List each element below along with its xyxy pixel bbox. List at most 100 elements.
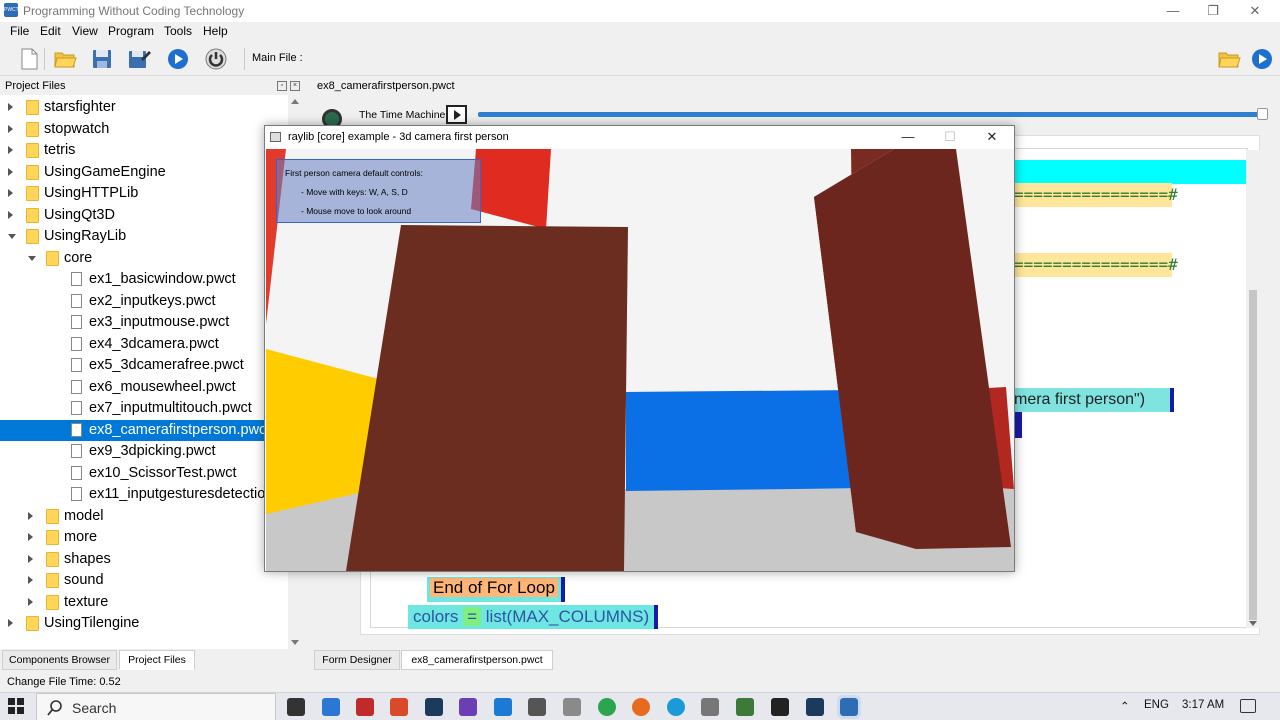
tree-file[interactable]: ex4_3dcamera.pwct [0,334,288,355]
chevron-right-icon[interactable] [28,511,33,520]
tree-file[interactable]: ex2_inputkeys.pwct [0,291,288,312]
chrome-icon[interactable] [598,698,616,716]
code-scroll-down-icon[interactable] [1249,621,1257,626]
raylib-title-bar[interactable]: raylib [core] example - 3d camera first … [265,126,1014,149]
raylib-minimize-button[interactable]: — [887,126,929,149]
time-machine-slider-handle[interactable] [1257,108,1268,120]
chevron-right-icon[interactable] [28,554,33,563]
tab-form-designer[interactable]: Form Designer [314,650,400,670]
menu-view[interactable]: View [72,24,98,38]
raylib-3d-scene[interactable]: First person camera default controls: - … [266,149,1014,571]
chevron-right-icon[interactable] [8,124,13,133]
save-as-icon[interactable] [127,47,151,71]
scroll-up-icon[interactable] [291,99,299,104]
tree-folder[interactable]: texture [0,592,288,613]
tree-file[interactable]: ex1_basicwindow.pwct [0,269,288,290]
run-main-icon[interactable] [1250,47,1274,71]
tree-folder[interactable]: core [0,248,288,269]
clock[interactable]: 3:17 AM [1182,699,1224,711]
taskbar-search[interactable]: Search [36,693,276,720]
tree-file[interactable]: ex10_ScissorTest.pwct [0,463,288,484]
power-icon[interactable] [204,47,228,71]
raylib-window[interactable]: raylib [core] example - 3d camera first … [264,125,1015,572]
tree-folder[interactable]: starsfighter [0,97,288,118]
tree-folder[interactable]: sound [0,570,288,591]
chevron-right-icon[interactable] [8,619,13,627]
chevron-right-icon[interactable] [8,103,13,111]
tree-file[interactable]: ex8_camerafirstperson.pwct [0,419,288,441]
time-machine-play-button[interactable] [446,105,467,124]
zoom-app-icon[interactable] [322,698,340,716]
tab-project-files[interactable]: Project Files [119,650,195,670]
tab-components-browser[interactable]: Components Browser [2,650,117,670]
steam-client-icon[interactable] [806,698,824,716]
windows-start-icon[interactable] [8,698,24,714]
tree-file[interactable]: ex3_inputmouse.pwct [0,312,288,333]
menu-edit[interactable]: Edit [40,24,61,38]
firefox-icon[interactable] [632,698,650,716]
chevron-right-icon[interactable] [28,533,33,541]
tree-folder[interactable]: UsingTilengine [0,613,288,634]
time-machine-slider[interactable] [478,112,1263,117]
raylib-close-button[interactable]: ✕ [971,126,1013,149]
tree-folder[interactable]: more [0,527,288,548]
task-view-icon[interactable] [287,698,305,716]
steam-icon[interactable] [425,698,443,716]
tree-folder[interactable]: stopwatch [0,119,288,140]
notifications-icon[interactable] [1240,699,1256,713]
code-comment-line[interactable]: ================# [1014,183,1178,207]
code-end-for-loop[interactable]: End of For Loop [427,577,565,602]
tree-file[interactable]: ex9_3dpicking.pwct [0,441,288,462]
open-main-folder-icon[interactable] [1217,47,1241,71]
unity-icon[interactable] [528,698,546,716]
code-highlight-bar[interactable] [1014,160,1246,184]
tray-chevron-icon[interactable]: ⌃ [1120,699,1130,713]
language-indicator[interactable]: ENG [1144,699,1169,711]
chevron-right-icon[interactable] [8,146,13,154]
tree-file[interactable]: ex6_mousewheel.pwct [0,377,288,398]
pwct-taskbar-icon[interactable] [837,695,861,719]
tree-file[interactable]: ex11_inputgesturesdetection [0,484,288,505]
panel-float-icon[interactable]: ▫ [277,81,287,91]
code-window-title-line[interactable]: mera first person") [1014,388,1174,412]
open-folder-icon[interactable] [53,47,77,71]
tree-folder[interactable]: UsingRayLib [0,226,288,247]
edge-icon[interactable] [667,698,685,716]
chevron-right-icon[interactable] [8,167,13,176]
new-file-icon[interactable] [17,47,41,71]
chevron-down-icon[interactable] [8,234,16,239]
menu-help[interactable]: Help [203,24,228,38]
code-colors-assignment[interactable]: colors = list(MAX_COLUMNS) [408,605,659,629]
tree-file[interactable]: ex7_inputmultitouch.pwct [0,398,288,419]
app-m-icon[interactable] [356,698,374,716]
vscode-icon[interactable] [494,698,512,716]
menu-program[interactable]: Program [108,24,154,38]
restore-button[interactable]: ❐ [1190,0,1236,22]
tree-file[interactable]: ex5_3dcamerafree.pwct [0,355,288,376]
terminal-icon[interactable] [771,698,789,716]
tree-folder[interactable]: tetris [0,140,288,161]
excel-icon[interactable] [736,698,754,716]
menu-file[interactable]: File [10,24,29,38]
panel-close-icon[interactable]: × [290,81,300,91]
scroll-down-icon[interactable] [291,640,299,645]
chevron-right-icon[interactable] [8,210,13,219]
tree-folder[interactable]: shapes [0,549,288,570]
chevron-right-icon[interactable] [28,597,33,606]
run-icon[interactable] [166,47,190,71]
tree-folder[interactable]: UsingHTTPLib [0,183,288,204]
menu-tools[interactable]: Tools [164,24,192,38]
code-scrollbar[interactable] [1246,150,1260,628]
tree-folder[interactable]: UsingQt3D [0,205,288,226]
code-comment-line[interactable]: ================# [1014,253,1178,277]
project-tree[interactable]: starsfighter stopwatch tetris UsingGameEngi… [0,95,288,649]
tab-editor-file[interactable]: ex8_camerafirstperson.pwct [401,650,553,670]
chevron-right-icon[interactable] [8,189,13,197]
github-icon[interactable] [701,698,719,716]
filezilla-icon[interactable] [390,698,408,716]
chevron-down-icon[interactable] [28,255,36,261]
chevron-right-icon[interactable] [28,576,33,584]
tree-folder[interactable]: UsingGameEngine [0,162,288,183]
tree-folder[interactable]: model [0,506,288,527]
raylib-maximize-button[interactable]: ☐ [929,126,971,149]
